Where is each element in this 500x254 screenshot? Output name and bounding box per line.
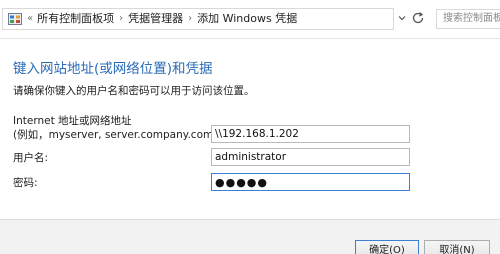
control-panel-icon — [8, 13, 22, 25]
chevron-down-icon[interactable] — [398, 14, 406, 22]
ok-button[interactable]: 确定(O) — [355, 240, 419, 254]
address-label: Internet 地址或网络地址 — [13, 115, 132, 127]
breadcrumb-separator: › — [188, 13, 193, 24]
network-address-field[interactable] — [211, 125, 410, 143]
username-field[interactable] — [211, 148, 410, 166]
address-bar: «所有控制面板项 › 凭据管理器 › 添加 Windows 凭据 搜索控制面板 — [0, 0, 500, 39]
page-description: 请确保你键入的用户名和密码可以用于访问该位置。 — [13, 85, 255, 97]
address-example-label: (例如，myserver, server.company.com): — [13, 129, 221, 141]
breadcrumb-item-all-control-panel-items[interactable]: 所有控制面板项 — [37, 9, 114, 29]
breadcrumb-separator: › — [119, 13, 124, 24]
breadcrumb-item-add-windows-credential[interactable]: 添加 Windows 凭据 — [197, 9, 297, 29]
page-title: 键入网站地址(或网络位置)和凭据 — [13, 61, 213, 77]
breadcrumb-path: «所有控制面板项 › 凭据管理器 › 添加 Windows 凭据 — [27, 9, 297, 29]
add-windows-credential-window: «所有控制面板项 › 凭据管理器 › 添加 Windows 凭据 搜索控制面板 键入网站… — [0, 0, 500, 254]
password-field[interactable] — [211, 173, 410, 191]
cancel-button[interactable]: 取消(N) — [424, 240, 490, 254]
breadcrumb[interactable]: «所有控制面板项 › 凭据管理器 › 添加 Windows 凭据 — [2, 8, 394, 30]
breadcrumb-item-credential-manager[interactable]: 凭据管理器 — [128, 9, 183, 29]
search-input[interactable]: 搜索控制面板 — [436, 9, 500, 29]
breadcrumb-overflow[interactable]: « — [27, 9, 37, 29]
refresh-icon[interactable] — [410, 10, 426, 26]
username-label: 用户名: — [13, 152, 49, 164]
password-label: 密码: — [13, 177, 38, 189]
